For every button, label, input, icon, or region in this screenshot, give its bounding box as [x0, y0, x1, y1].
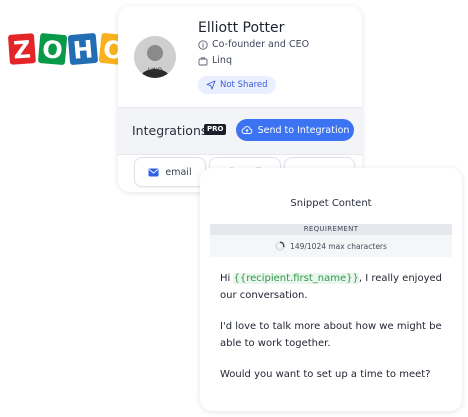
title-row: Co-founder and CEO: [198, 39, 309, 50]
logo-letter-z: Z: [12, 35, 31, 64]
snippet-paragraph-2: I'd love to talk more about how we might…: [220, 321, 442, 349]
send-plane-icon: [206, 80, 216, 90]
recipient-variable: {{recipient.first_name}}: [233, 273, 359, 284]
snippet-paragraph-1: Hi {{recipient.first_name}}, I really en…: [220, 270, 452, 304]
greeting-prefix: Hi: [220, 273, 234, 284]
integrations-label: Integrations: [132, 123, 208, 138]
shared-status-label: Not Shared: [220, 80, 268, 90]
send-to-integration-label: Send to Integration: [257, 124, 350, 136]
briefcase-icon: [198, 56, 208, 65]
snippet-body[interactable]: Hi {{recipient.first_name}}, I really en…: [220, 270, 452, 397]
logo-letter-h: H: [72, 35, 94, 65]
contact-title: Co-founder and CEO: [212, 39, 310, 50]
integrations-bar: Integrations PRO Send to Integration: [118, 107, 362, 155]
send-to-integration-button[interactable]: Send to Integration: [236, 119, 354, 141]
contact-company: Linq: [212, 55, 232, 66]
progress-ring-icon: [275, 241, 285, 251]
snippet-paragraph-3: Would you want to set up a time to meet?: [220, 369, 431, 380]
cloud-upload-icon: [241, 126, 252, 134]
shared-status-badge: Not Shared: [198, 76, 276, 94]
email-button[interactable]: email: [134, 157, 206, 187]
info-icon: [198, 39, 208, 50]
email-button-label: email: [165, 166, 192, 178]
company-row: Linq: [198, 55, 232, 66]
snippet-title: Snippet Content: [290, 198, 372, 209]
contact-name: Elliott Potter: [198, 20, 285, 36]
requirement-label: REQUIREMENT: [210, 224, 452, 235]
avatar: LINQ: [134, 36, 176, 78]
char-count-row: 149/1024 max characters: [210, 235, 452, 257]
avatar-tag: LINQ: [147, 67, 163, 74]
snippet-panel: Snippet Content REQUIREMENT 149/1024 max…: [200, 168, 462, 411]
zoho-logo: Z O H O: [8, 33, 129, 66]
logo-letter-o1: O: [41, 35, 64, 65]
char-count: 149/1024 max characters: [290, 241, 387, 251]
pro-badge: PRO: [204, 124, 227, 135]
mail-icon: [148, 168, 159, 176]
